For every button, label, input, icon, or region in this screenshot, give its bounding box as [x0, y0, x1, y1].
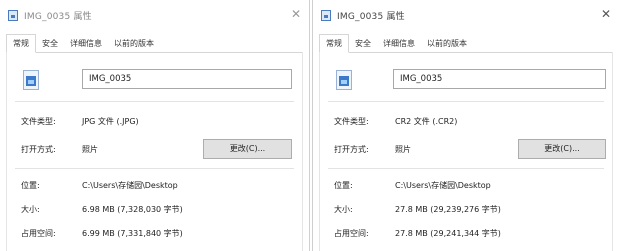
general-panel: IMG_0035 文件类型: JPG 文件 (.JPG) 打开方式: 照片 更改…: [6, 52, 303, 251]
opens-with-label: 打开方式:: [334, 145, 369, 154]
properties-window-cr2: IMG_0035 属性 ✕ 常规 安全 详细信息 以前的版本 IMG_0035 …: [312, 0, 618, 251]
tab-bar: 常规 安全 详细信息 以前的版本: [319, 34, 613, 53]
size-on-disk-label: 占用空间:: [21, 229, 56, 238]
opens-with-value: 照片: [395, 145, 411, 154]
properties-window-jpg: IMG_0035 属性 ✕ 常规 安全 详细信息 以前的版本 IMG_0035 …: [0, 0, 310, 251]
size-value: 27.8 MB (29,239,276 字节): [395, 205, 501, 214]
image-file-icon: [23, 70, 39, 90]
size-on-disk-label: 占用空间:: [334, 229, 369, 238]
divider: [15, 101, 294, 102]
size-value: 6.98 MB (7,328,030 字节): [82, 205, 183, 214]
location-value: C:\Users\存储园\Desktop: [82, 181, 178, 190]
title-bar: IMG_0035 属性 ✕: [313, 0, 618, 30]
size-label: 大小:: [21, 205, 40, 214]
file-name-input[interactable]: IMG_0035: [393, 69, 606, 89]
window-title: IMG_0035 属性: [24, 11, 92, 22]
title-bar: IMG_0035 属性 ✕: [0, 0, 309, 30]
opens-with-value: 照片: [82, 145, 98, 154]
tab-details[interactable]: 详细信息: [64, 35, 108, 52]
tab-details[interactable]: 详细信息: [377, 35, 421, 52]
general-panel: IMG_0035 文件类型: CR2 文件 (.CR2) 打开方式: 照片 更改…: [319, 52, 613, 251]
change-button[interactable]: 更改(C)...: [518, 139, 606, 159]
window-title: IMG_0035 属性: [337, 11, 405, 22]
tab-previous-versions[interactable]: 以前的版本: [421, 35, 473, 52]
divider: [328, 168, 604, 169]
file-type-value: JPG 文件 (.JPG): [82, 117, 139, 126]
close-button[interactable]: ✕: [289, 7, 303, 21]
tab-security[interactable]: 安全: [349, 35, 377, 52]
divider: [328, 101, 604, 102]
screenshot-stage: IMG_0035 属性 ✕ 常规 安全 详细信息 以前的版本 IMG_0035 …: [0, 0, 618, 251]
file-properties-icon: [8, 9, 18, 21]
file-name-input[interactable]: IMG_0035: [82, 69, 292, 89]
size-label: 大小:: [334, 205, 353, 214]
tab-general[interactable]: 常规: [6, 34, 36, 53]
location-label: 位置:: [21, 181, 40, 190]
location-value: C:\Users\存储园\Desktop: [395, 181, 491, 190]
tab-bar: 常规 安全 详细信息 以前的版本: [6, 34, 303, 53]
change-button[interactable]: 更改(C)...: [203, 139, 292, 159]
opens-with-label: 打开方式:: [21, 145, 56, 154]
tab-security[interactable]: 安全: [36, 35, 64, 52]
file-type-label: 文件类型:: [334, 117, 369, 126]
size-on-disk-value: 6.99 MB (7,331,840 字节): [82, 229, 183, 238]
file-properties-icon: [321, 9, 331, 21]
file-type-value: CR2 文件 (.CR2): [395, 117, 458, 126]
location-label: 位置:: [334, 181, 353, 190]
divider: [15, 168, 294, 169]
size-on-disk-value: 27.8 MB (29,241,344 字节): [395, 229, 501, 238]
tab-general[interactable]: 常规: [319, 34, 349, 53]
close-button[interactable]: ✕: [599, 7, 613, 21]
image-file-icon: [336, 70, 352, 90]
file-type-label: 文件类型:: [21, 117, 56, 126]
tab-previous-versions[interactable]: 以前的版本: [108, 35, 160, 52]
